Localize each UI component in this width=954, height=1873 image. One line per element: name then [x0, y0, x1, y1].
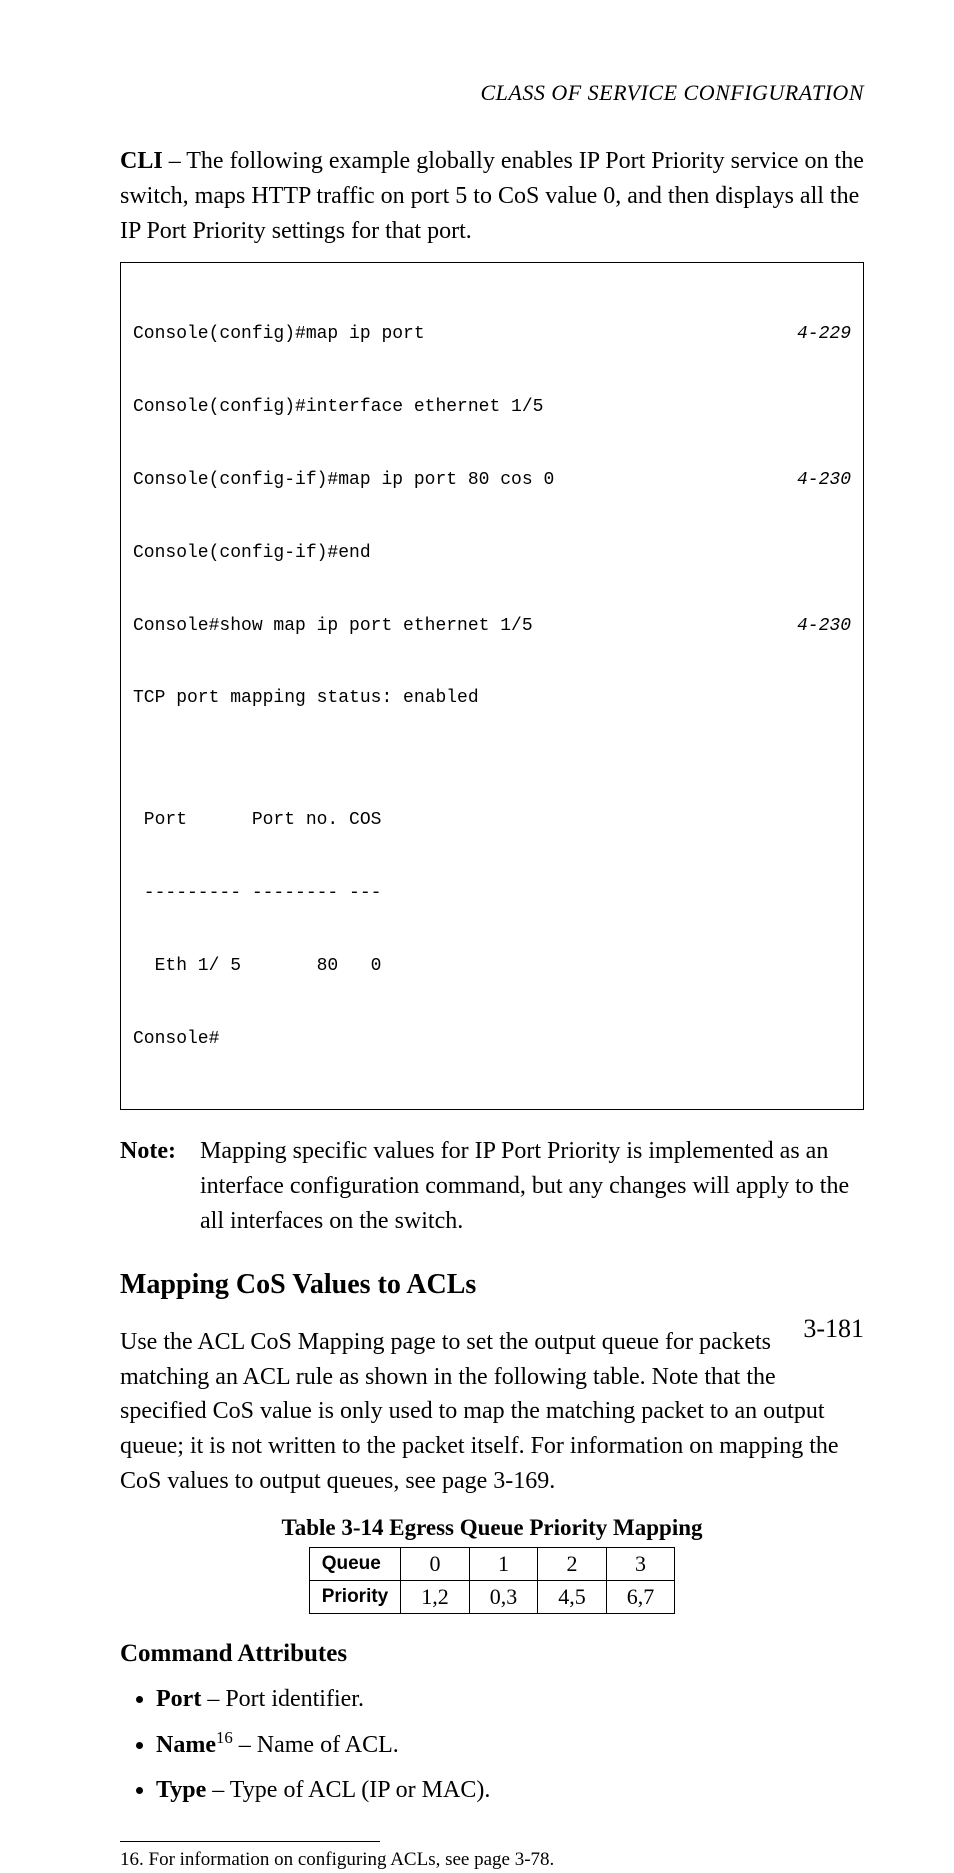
code-ref [831, 541, 851, 565]
list-item: Name16 – Name of ACL. [156, 1724, 864, 1766]
footnote-number: 16. [120, 1849, 144, 1870]
table-header: Queue [309, 1547, 401, 1580]
code-ref [831, 881, 851, 905]
cli-code-block: Console(config)#map ip port 4-229 Console… [120, 262, 864, 1110]
code-line: Console(config-if)#map ip port 80 cos 0 4… [133, 468, 851, 492]
section-paragraph: Use the ACL CoS Mapping page to set the … [120, 1325, 864, 1499]
table-cell: 2 [538, 1547, 607, 1580]
table-cell: 3 [606, 1547, 675, 1580]
cli-label: CLI [120, 148, 163, 174]
code-cmd: Port Port no. COS [133, 808, 381, 832]
cli-intro-text: – The following example globally enables… [120, 148, 864, 244]
code-line: TCP port mapping status: enabled [133, 686, 851, 710]
attr-name: Name [156, 1732, 216, 1758]
table-cell: 1,2 [401, 1580, 470, 1613]
table-row: Queue 0 1 2 3 [309, 1547, 675, 1580]
attr-desc: – Name of ACL. [233, 1732, 399, 1758]
attr-sup: 16 [216, 1728, 233, 1747]
code-cmd: Console(config)#map ip port [133, 322, 425, 346]
code-cmd: Eth 1/ 5 80 0 [133, 954, 381, 978]
code-line: Console(config)#map ip port 4-229 [133, 322, 851, 346]
code-ref [831, 1027, 851, 1051]
table-cell: 6,7 [606, 1580, 675, 1613]
list-item: Type – Type of ACL (IP or MAC). [156, 1769, 864, 1811]
table-header: Priority [309, 1580, 401, 1613]
note-text: Mapping specific values for IP Port Prio… [200, 1134, 864, 1238]
egress-queue-table: Queue 0 1 2 3 Priority 1,2 0,3 4,5 6,7 [309, 1547, 676, 1614]
code-cmd: TCP port mapping status: enabled [133, 686, 479, 710]
code-line: Port Port no. COS [133, 808, 851, 832]
running-header: CLASS OF SERVICE CONFIGURATION [120, 80, 864, 106]
table-row: Priority 1,2 0,3 4,5 6,7 [309, 1580, 675, 1613]
table-cell: 0,3 [469, 1580, 538, 1613]
attr-desc: – Port identifier. [201, 1686, 364, 1712]
code-line: Console(config-if)#end [133, 541, 851, 565]
code-ref: 4-230 [777, 614, 851, 638]
table-cell: 1 [469, 1547, 538, 1580]
code-ref: 4-229 [777, 322, 851, 346]
attributes-list: Port – Port identifier. Name16 – Name of… [120, 1678, 864, 1811]
list-item: Port – Port identifier. [156, 1678, 864, 1720]
code-line: Console# [133, 1027, 851, 1051]
code-cmd: Console(config)#interface ethernet 1/5 [133, 395, 543, 419]
footnote-text: For information on configuring ACLs, see… [144, 1849, 555, 1870]
attr-name: Type [156, 1777, 206, 1803]
attr-desc: – Type of ACL (IP or MAC). [206, 1777, 490, 1803]
code-ref: 4-230 [777, 468, 851, 492]
code-cmd: Console#show map ip port ethernet 1/5 [133, 614, 533, 638]
code-line: Console(config)#interface ethernet 1/5 [133, 395, 851, 419]
page-number: 3-181 [803, 1314, 864, 1344]
table-caption: Table 3-14 Egress Queue Priority Mapping [120, 1515, 864, 1541]
code-cmd: --------- -------- --- [133, 881, 381, 905]
code-line: --------- -------- --- [133, 881, 851, 905]
code-cmd: Console(config-if)#map ip port 80 cos 0 [133, 468, 554, 492]
note-block: Note: Mapping specific values for IP Por… [120, 1134, 864, 1238]
code-ref [831, 808, 851, 832]
note-label: Note: [120, 1134, 200, 1238]
code-cmd: Console# [133, 1027, 219, 1051]
code-ref [831, 686, 851, 710]
code-line: Console#show map ip port ethernet 1/5 4-2… [133, 614, 851, 638]
code-line: Eth 1/ 5 80 0 [133, 954, 851, 978]
code-ref [831, 395, 851, 419]
cli-intro-paragraph: CLI – The following example globally ena… [120, 144, 864, 248]
code-cmd: Console(config-if)#end [133, 541, 371, 565]
attr-name: Port [156, 1686, 201, 1712]
command-attributes-heading: Command Attributes [120, 1640, 864, 1668]
table-cell: 0 [401, 1547, 470, 1580]
footnote: 16. For information on configuring ACLs,… [120, 1848, 864, 1873]
table-cell: 4,5 [538, 1580, 607, 1613]
section-heading: Mapping CoS Values to ACLs [120, 1269, 864, 1301]
code-ref [831, 954, 851, 978]
footnote-rule [120, 1841, 380, 1842]
